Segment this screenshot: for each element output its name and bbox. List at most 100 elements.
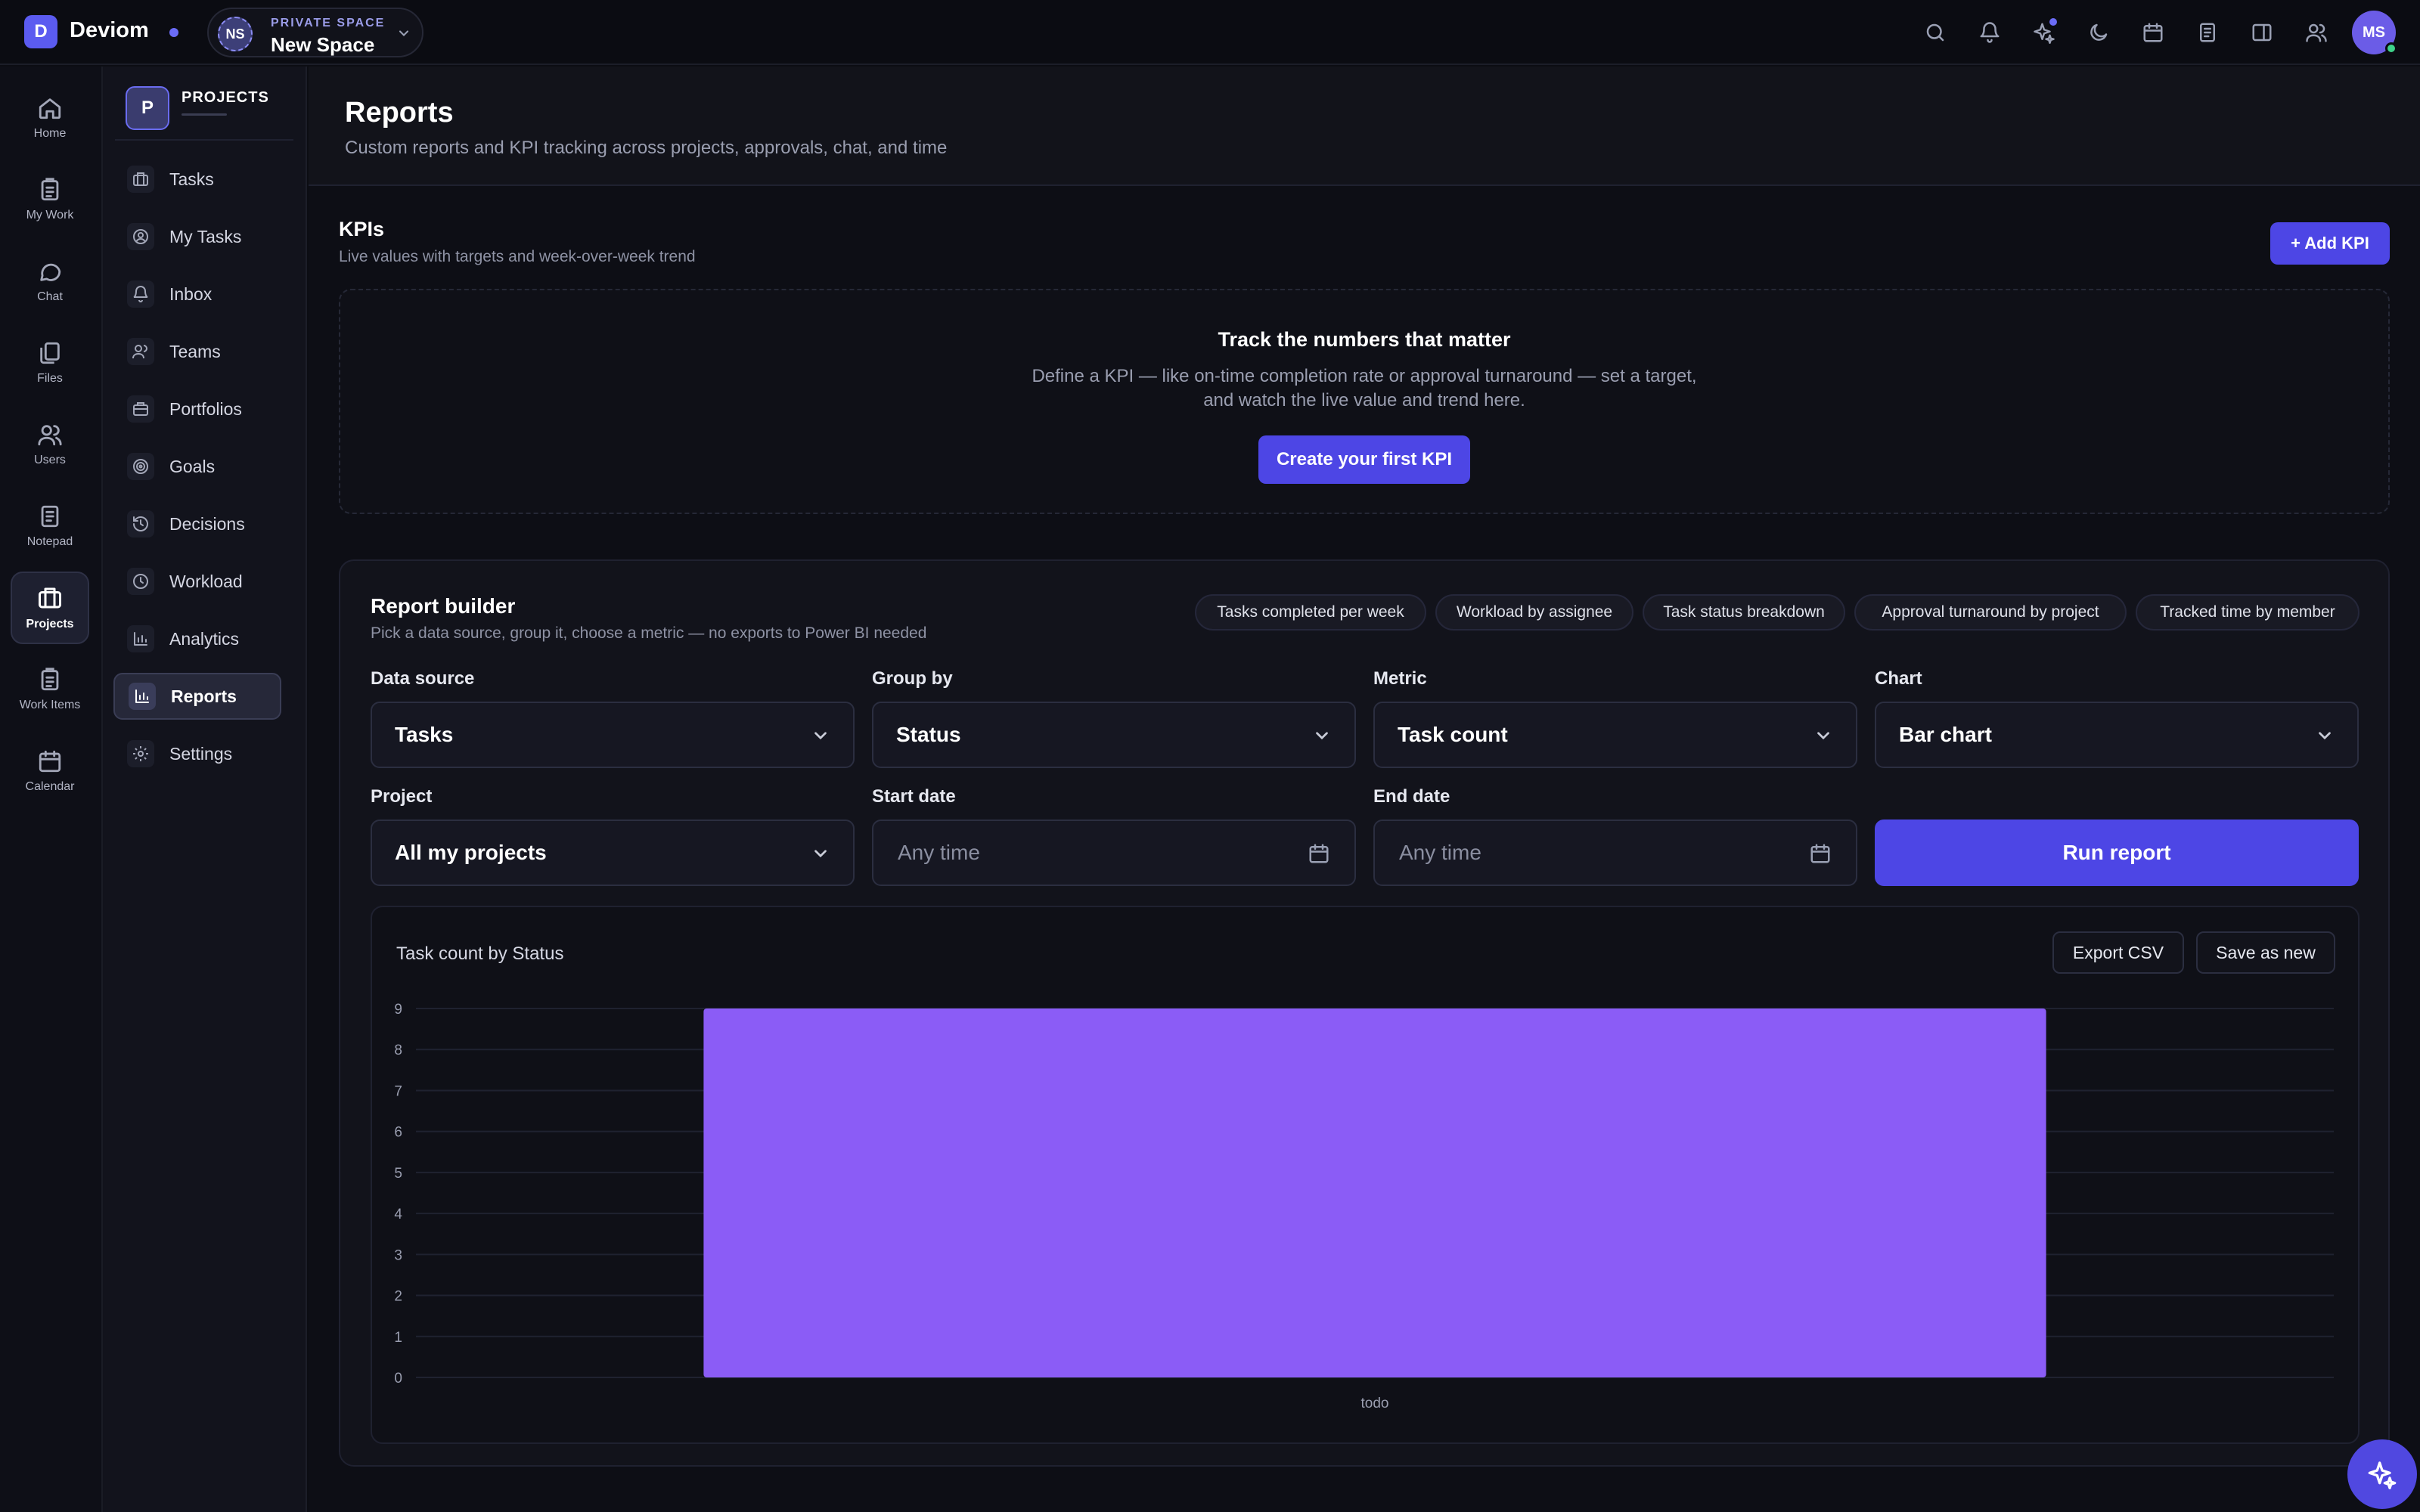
sidebar-item-tasks[interactable]: Tasks <box>113 156 281 203</box>
chart-card: Task count by Status Export CSV Save as … <box>371 906 2360 1444</box>
select-value: Task count <box>1398 723 1508 746</box>
sidebar-item-decisions[interactable]: Decisions <box>113 500 281 547</box>
empty-state-text: Define a KPI — like on-time completion r… <box>1032 366 1697 386</box>
select-value: Bar chart <box>1899 723 1992 746</box>
preset-chip[interactable]: Workload by assignee <box>1435 594 1634 631</box>
sidebar-item-label: Goals <box>169 456 216 476</box>
sidebar-toggle-icon[interactable] <box>2246 17 2278 48</box>
field-label: Data source <box>371 668 475 689</box>
add-kpi-button[interactable]: + Add KPI <box>2270 222 2390 265</box>
group-by-select[interactable]: Status <box>872 702 1356 768</box>
report-builder: Report builder Pick a data source, group… <box>339 559 2390 1467</box>
start-date-input[interactable]: Any time <box>872 820 1356 886</box>
field-label: Chart <box>1875 668 1922 689</box>
moon-icon[interactable] <box>2083 17 2114 48</box>
project-title: PROJECTS <box>182 89 269 106</box>
calendar-icon[interactable] <box>1809 842 1832 865</box>
preset-chip[interactable]: Task status breakdown <box>1643 594 1845 631</box>
ai-assistant-button[interactable] <box>2347 1439 2417 1509</box>
user-avatar[interactable]: MS <box>2352 11 2397 54</box>
brand-name[interactable]: Deviom <box>70 18 149 43</box>
kpi-empty-state: Track the numbers that matter Define a K… <box>339 289 2390 514</box>
user-circle-icon <box>127 223 154 250</box>
briefcase-icon <box>127 166 154 193</box>
chevron-down-icon <box>814 732 827 740</box>
rail-item-projects[interactable]: Projects <box>11 572 89 644</box>
brand-logo[interactable]: D <box>24 15 57 48</box>
sidebar-item-inbox[interactable]: Inbox <box>113 271 281 318</box>
preset-chip[interactable]: Tasks completed per week <box>1195 594 1426 631</box>
y-tick-label: 7 <box>394 1083 402 1099</box>
sidebar-item-label: Analytics <box>169 628 240 649</box>
sidebar-item-goals[interactable]: Goals <box>113 443 281 490</box>
rail-item-my-work[interactable]: My Work <box>11 163 89 236</box>
rail-item-users[interactable]: Users <box>11 408 89 481</box>
users-icon <box>38 425 62 446</box>
sidebar-item-label: Reports <box>171 686 237 706</box>
sidebar-item-my-tasks[interactable]: My Tasks <box>113 213 281 260</box>
search-icon[interactable] <box>1919 17 1951 48</box>
rail-item-label: Notepad <box>26 535 73 548</box>
bar-chart-icon <box>127 625 154 652</box>
y-tick-label: 2 <box>394 1289 402 1305</box>
bell-icon[interactable] <box>1974 17 2006 48</box>
sidebar-item-label: Decisions <box>169 513 245 534</box>
notepad-icon[interactable] <box>2192 17 2223 48</box>
main-content: Reports Custom reports and KPI tracking … <box>309 67 2420 1512</box>
space-kicker: PRIVATE SPACE <box>271 17 386 29</box>
y-tick-label: 8 <box>394 1043 402 1058</box>
select-value: All my projects <box>395 841 547 864</box>
empty-state-text: and watch the live value and trend here. <box>1203 390 1525 411</box>
rail-item-calendar[interactable]: Calendar <box>11 735 89 807</box>
create-kpi-button[interactable]: Create your first KPI <box>1258 435 1470 484</box>
space-avatar: NS <box>218 17 253 51</box>
field-label: Start date <box>872 786 956 807</box>
field-label: End date <box>1373 786 1450 807</box>
sidebar-item-analytics[interactable]: Analytics <box>113 615 281 662</box>
rail-item-chat[interactable]: Chat <box>11 245 89 318</box>
end-date-input[interactable]: Any time <box>1373 820 1857 886</box>
rail-item-files[interactable]: Files <box>11 327 89 399</box>
calendar-icon <box>39 750 61 773</box>
sidebar-item-settings[interactable]: Settings <box>113 730 281 777</box>
sidebar-item-portfolios[interactable]: Portfolios <box>113 386 281 432</box>
sidebar-item-label: Tasks <box>169 169 214 189</box>
date-placeholder: Any time <box>1399 841 1481 864</box>
sparkles-icon[interactable] <box>2028 17 2060 48</box>
project-sidebar: P PROJECTS Tasks My Tasks Inbox Teams Po… <box>103 67 307 1512</box>
metric-select[interactable]: Task count <box>1373 702 1857 768</box>
clipboard-icon <box>41 668 59 691</box>
calendar-icon[interactable] <box>1308 842 1330 865</box>
space-selector[interactable]: NS PRIVATE SPACE New Space <box>207 8 424 57</box>
data-source-select[interactable]: Tasks <box>371 702 855 768</box>
project-badge[interactable]: P <box>126 86 169 130</box>
project-select[interactable]: All my projects <box>371 820 855 886</box>
gear-icon <box>127 740 154 767</box>
sidebar-item-reports[interactable]: Reports <box>113 673 281 720</box>
rail-item-notepad[interactable]: Notepad <box>11 490 89 562</box>
sidebar-item-workload[interactable]: Workload <box>113 558 281 605</box>
builder-subtitle: Pick a data source, group it, choose a m… <box>371 624 927 642</box>
y-tick-label: 1 <box>394 1330 402 1346</box>
bar[interactable] <box>703 1009 2046 1377</box>
divider <box>182 113 227 116</box>
chart-type-select[interactable]: Bar chart <box>1875 702 2359 768</box>
rail-item-home[interactable]: Home <box>11 82 89 154</box>
sidebar-item-label: Teams <box>169 341 221 361</box>
chat-icon <box>40 263 61 281</box>
user-initials: MS <box>2363 23 2385 41</box>
bar-chart: 0 1 2 3 4 5 6 7 8 9 todo <box>394 1002 2334 1411</box>
calendar-icon[interactable] <box>2137 17 2169 48</box>
preset-chip[interactable]: Approval turnaround by project <box>1854 594 2127 631</box>
rail-item-label: Work Items <box>19 699 81 711</box>
online-indicator <box>2385 42 2397 54</box>
sidebar-item-teams[interactable]: Teams <box>113 328 281 375</box>
rail-item-work-items[interactable]: Work Items <box>11 653 89 726</box>
run-report-button[interactable]: Run report <box>1875 820 2359 886</box>
users-icon[interactable] <box>2301 17 2332 48</box>
chevron-down-icon <box>1316 732 1328 740</box>
users-icon <box>127 338 154 365</box>
preset-chip[interactable]: Tracked time by member <box>2136 594 2360 631</box>
sidebar-item-label: Inbox <box>169 284 213 304</box>
y-tick-label: 4 <box>394 1207 402 1222</box>
